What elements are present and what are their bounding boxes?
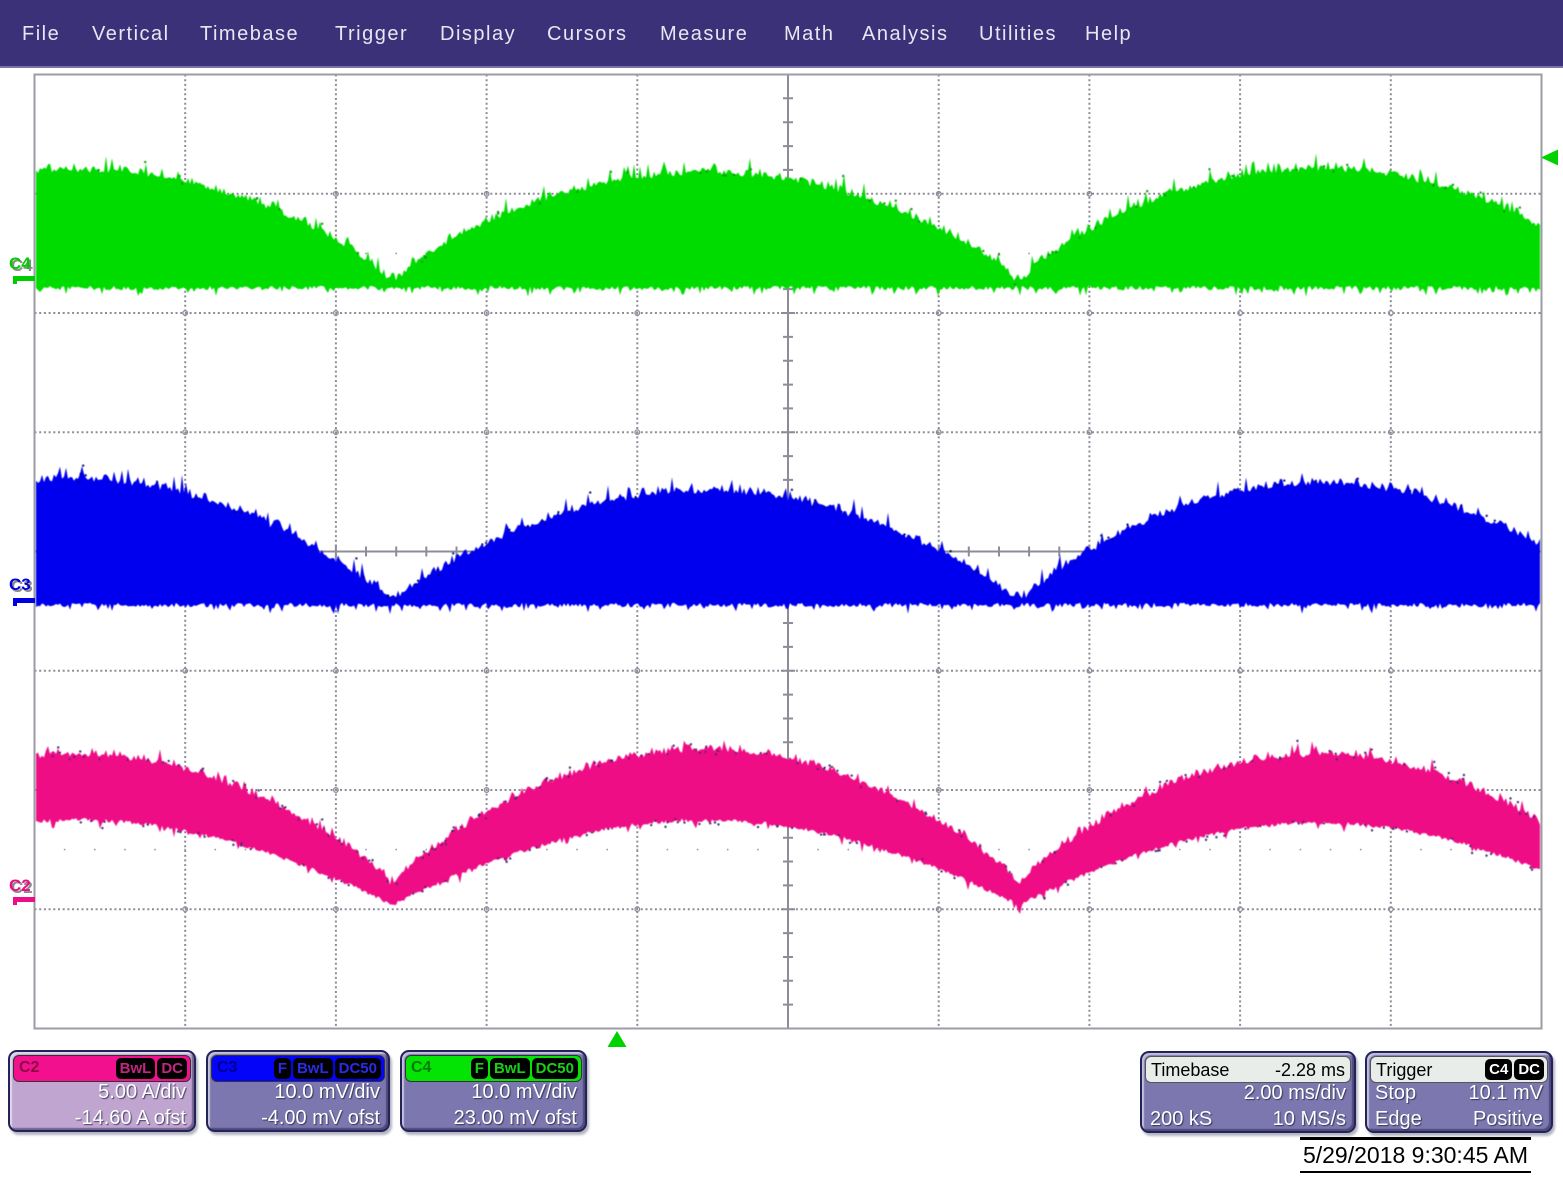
svg-text:C2: C2 <box>9 876 31 895</box>
svg-text:C4: C4 <box>9 254 31 273</box>
svg-text:C3: C3 <box>9 575 31 594</box>
